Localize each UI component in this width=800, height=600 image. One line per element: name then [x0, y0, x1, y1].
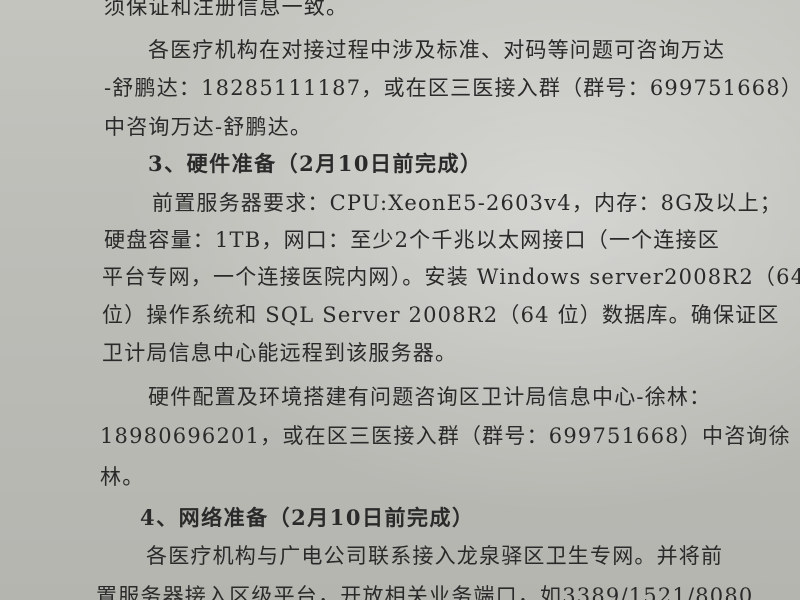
- section-heading-hardware: 3、硬件准备（2月10日前完成）: [148, 151, 483, 176]
- text-line-6: 前置服务器要求：CPU:XeonE5-2603v4，内存：8G及以上；: [152, 191, 782, 215]
- text-line-2: 各医疗机构在对接过程中涉及标准、对码等问题可咨询万达: [148, 38, 726, 62]
- text-line-12: 18980696201，或在区三医接入群（群号：699751668）中咨询徐: [100, 424, 791, 448]
- text-line-7: 硬盘容量：1TB，网口：至少2个千兆以太网接口（一个连接区: [104, 228, 720, 252]
- section-heading-network: 4、网络准备（2月10日前完成）: [140, 505, 475, 530]
- text-line-11: 硬件配置及环境搭建有问题咨询区卫计局信息中心-徐林：: [148, 385, 712, 409]
- text-line-4: 中咨询万达-舒鹏达。: [104, 115, 313, 139]
- text-line-16: 置服务器接入区级平台，开放相关业务端口，如3389/1521/8080: [96, 584, 754, 600]
- text-line-10: 卫计局信息中心能远程到该服务器。: [102, 341, 458, 365]
- text-line-15: 各医疗机构与广电公司联系接入龙泉驿区卫生专网。并将前: [146, 544, 724, 568]
- document-page: 须保证和注册信息一致。 各医疗机构在对接过程中涉及标准、对码等问题可咨询万达 -…: [0, 0, 800, 600]
- text-line-13: 林。: [100, 465, 145, 489]
- text-line-9: 位）操作系统和 SQL Server 2008R2（64 位）数据库。确保证区: [102, 303, 780, 327]
- text-line-8: 平台专网，一个连接医院内网）。安装 Windows server2008R2（6…: [102, 265, 800, 289]
- text-line-1: 须保证和注册信息一致。: [104, 0, 349, 19]
- text-line-3: -舒鹏达：18285111187，或在区三医接入群（群号：699751668）: [104, 76, 800, 100]
